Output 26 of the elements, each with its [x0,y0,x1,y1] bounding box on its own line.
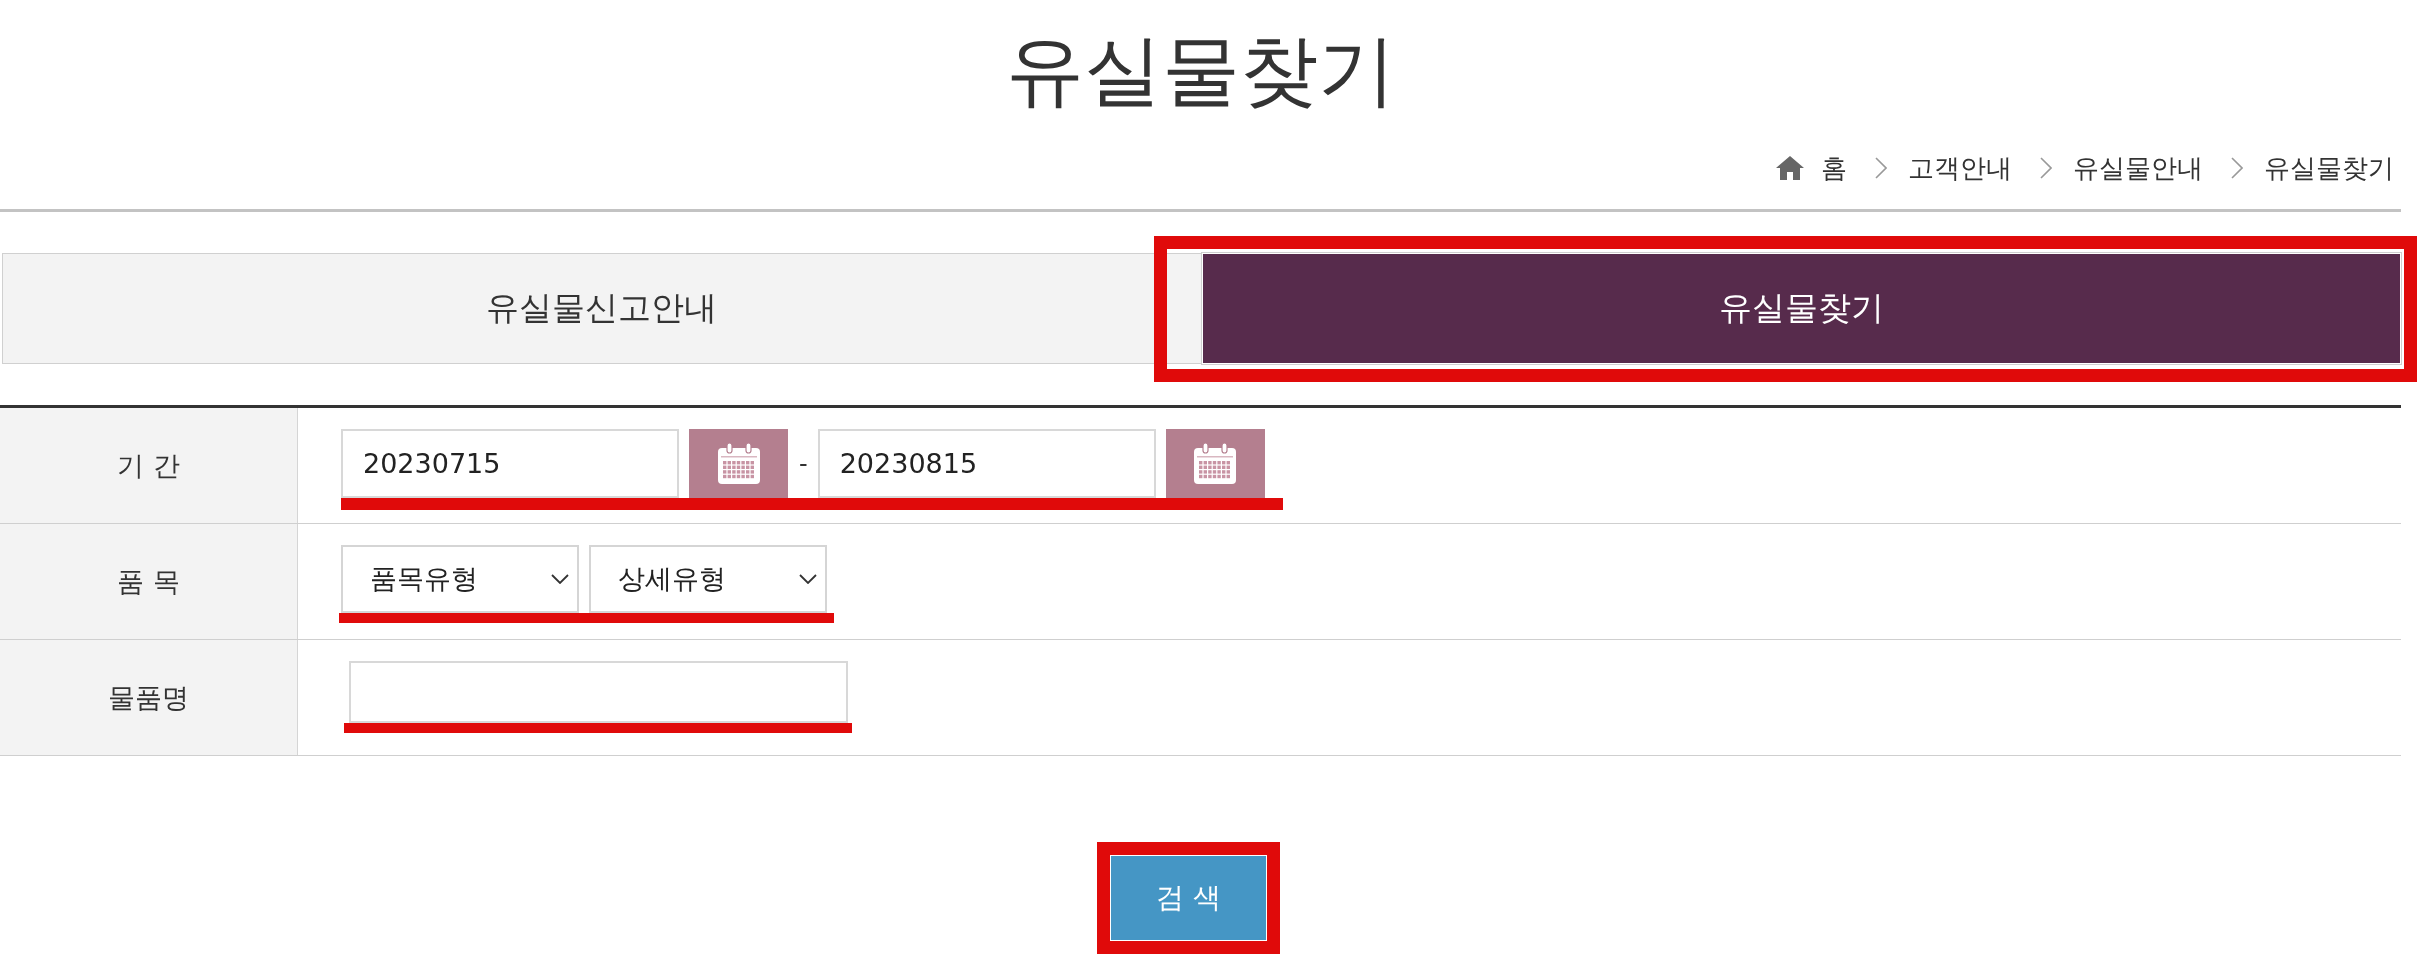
field-label: 물품명 [0,640,298,755]
home-link[interactable]: 홈 [1776,150,1847,186]
chevron-right-icon [1875,157,1887,179]
home-icon [1776,156,1804,180]
range-separator: - [799,449,808,478]
category-dropdown[interactable]: 품목유형 [341,545,579,613]
calendar-icon [1193,442,1238,485]
breadcrumb-link[interactable]: 유실물안내 [2073,150,2203,186]
chevron-down-icon [551,574,569,584]
chevron-down-icon [799,574,817,584]
page-title: 유실물찾기 [1005,24,1396,117]
tab[interactable]: 유실물신고안내 [2,253,1202,364]
item-name-input[interactable] [349,661,848,723]
calendar-button[interactable] [689,429,788,498]
calendar-icon [716,442,761,485]
date-input[interactable]: 20230815 [817,429,1156,498]
date-input[interactable]: 20230715 [341,429,679,498]
field-label: 품 목 [0,524,298,639]
breadcrumb-link[interactable]: 유실물찾기 [2264,150,2394,186]
calendar-button[interactable] [1165,429,1265,498]
field-label: 기 간 [0,408,298,523]
chevron-right-icon [2040,157,2052,179]
breadcrumb-link[interactable]: 고객안내 [1908,150,2012,186]
tab[interactable]: 유실물찾기 [1201,253,2401,364]
category-dropdown[interactable]: 상세유형 [589,545,827,613]
chevron-right-icon [2231,157,2243,179]
